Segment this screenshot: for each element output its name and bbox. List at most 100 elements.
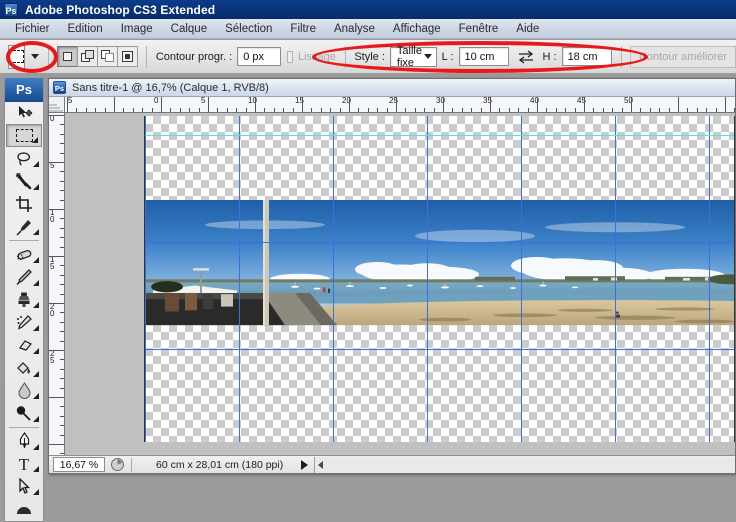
guide-horizontal[interactable] <box>145 242 734 243</box>
paint-bucket-tool[interactable] <box>6 357 42 380</box>
vertical-ruler[interactable]: 0 5 10 15 20 25 <box>49 113 65 457</box>
menu-edition[interactable]: Edition <box>59 21 112 37</box>
antialias-checkbox[interactable] <box>286 50 293 63</box>
move-tool[interactable] <box>6 102 42 125</box>
ruler-tick <box>358 108 360 112</box>
refine-edge-button[interactable]: Contour améliorer <box>629 45 736 68</box>
ruler-tick <box>659 108 661 112</box>
crop-tool[interactable] <box>6 193 42 216</box>
ruler-tick <box>60 180 64 182</box>
ruler-tick <box>330 108 332 112</box>
ruler-tick <box>264 108 266 112</box>
ruler-tick <box>49 162 64 163</box>
ruler-tick <box>631 97 632 112</box>
guide-vertical[interactable] <box>333 116 334 442</box>
ruler-tick <box>49 209 64 210</box>
scroll-left-arrow-icon[interactable] <box>318 460 324 469</box>
ruler-tick <box>170 108 172 112</box>
type-tool[interactable]: T <box>6 453 42 476</box>
menu-fenetre[interactable]: Fenêtre <box>450 21 508 37</box>
menu-selection[interactable]: Sélection <box>216 21 281 37</box>
style-select[interactable]: Taille fixe <box>389 45 437 69</box>
guide-vertical[interactable] <box>709 116 710 442</box>
clone-stamp-tool[interactable] <box>6 289 42 312</box>
dodge-tool[interactable] <box>6 402 42 425</box>
tool-flyout-corner-icon <box>33 161 39 168</box>
ruler-tick <box>386 108 388 112</box>
menu-affichage[interactable]: Affichage <box>384 21 450 37</box>
menu-image[interactable]: Image <box>112 21 162 37</box>
blur-tool[interactable] <box>6 380 42 403</box>
ruler-origin-corner[interactable] <box>49 97 65 113</box>
ruler-tick <box>424 108 426 112</box>
canvas-area[interactable] <box>65 113 735 457</box>
ruler-tick <box>60 124 64 126</box>
subtract-from-selection-button[interactable] <box>97 46 119 67</box>
status-divider <box>131 457 132 472</box>
guide-vertical[interactable] <box>427 116 428 442</box>
tool-flyout-corner-icon <box>33 443 39 450</box>
healing-brush-tool[interactable] <box>6 243 42 266</box>
document-canvas[interactable] <box>144 116 735 442</box>
ruler-tick <box>584 97 585 112</box>
intersect-selection-button[interactable] <box>117 46 139 67</box>
pen-tool[interactable] <box>6 430 42 453</box>
guide-vertical[interactable] <box>615 116 616 442</box>
new-selection-button[interactable] <box>57 46 79 67</box>
ruler-tick <box>60 293 64 295</box>
shape-tool[interactable] <box>6 498 42 521</box>
path-selection-tool[interactable] <box>6 475 42 498</box>
lasso-tool[interactable] <box>6 147 42 170</box>
ruler-tick <box>151 108 153 112</box>
menu-analyse[interactable]: Analyse <box>325 21 384 37</box>
vruler-label: 5 <box>50 161 55 170</box>
status-menu-play-icon[interactable] <box>301 459 309 470</box>
menu-filtre[interactable]: Filtre <box>281 21 325 37</box>
swap-arrows-icon[interactable] <box>517 49 535 65</box>
tool-flyout-corner-icon <box>33 256 39 263</box>
guide-horizontal-cyan[interactable] <box>145 135 734 136</box>
height-input[interactable]: 18 cm <box>561 47 612 66</box>
brush-tool[interactable] <box>6 266 42 289</box>
zoom-level-field[interactable]: 16,67 % <box>53 457 105 472</box>
ruler-tick <box>649 108 651 112</box>
menu-fichier[interactable]: Fichier <box>6 21 59 37</box>
ruler-tick <box>60 387 64 389</box>
ruler-tick <box>60 425 64 427</box>
magic-wand-tool[interactable] <box>6 170 42 193</box>
ruler-tick <box>273 108 275 112</box>
ruler-tick <box>60 274 64 276</box>
document-info-icon[interactable] <box>110 457 125 472</box>
horizontal-scrollbar[interactable] <box>314 456 735 473</box>
eyedropper-tool[interactable] <box>6 216 42 239</box>
tool-preset-chevron-down-icon[interactable] <box>31 54 39 59</box>
toolbox-logo: Ps <box>5 78 43 102</box>
ruler-tick <box>574 108 576 112</box>
guide-horizontal[interactable] <box>145 349 734 350</box>
ruler-tick <box>85 108 87 112</box>
ruler-tick <box>60 143 64 145</box>
eraser-tool[interactable] <box>6 334 42 357</box>
history-brush-tool[interactable] <box>6 311 42 334</box>
ruler-tick <box>76 108 78 112</box>
document-title-bar[interactable]: Ps Sans titre-1 @ 16,7% (Calque 1, RVB/8… <box>49 79 735 97</box>
ruler-tick <box>518 108 520 112</box>
rectangular-marquee-tool[interactable] <box>6 124 42 148</box>
ruler-tick <box>60 284 64 286</box>
tool-flyout-corner-icon <box>33 325 39 332</box>
guide-vertical[interactable] <box>145 116 146 442</box>
antialias-label: Lissage <box>298 50 336 63</box>
toolbox: Ps T <box>4 78 44 522</box>
guide-vertical[interactable] <box>521 116 522 442</box>
width-input[interactable]: 10 cm <box>458 47 509 66</box>
guide-vertical[interactable] <box>239 116 240 442</box>
ruler-tick <box>123 108 125 112</box>
add-to-selection-button[interactable] <box>77 46 99 67</box>
menu-calque[interactable]: Calque <box>162 21 216 37</box>
current-tool-preview[interactable] <box>8 44 25 69</box>
height-label: H : <box>542 50 557 63</box>
horizontal-ruler[interactable]: 5 0 5 10 15 20 25 30 35 40 45 50 <box>65 97 735 113</box>
menu-aide[interactable]: Aide <box>507 21 548 37</box>
vruler-label: 20 <box>50 302 55 318</box>
feather-input[interactable]: 0 px <box>237 47 282 66</box>
